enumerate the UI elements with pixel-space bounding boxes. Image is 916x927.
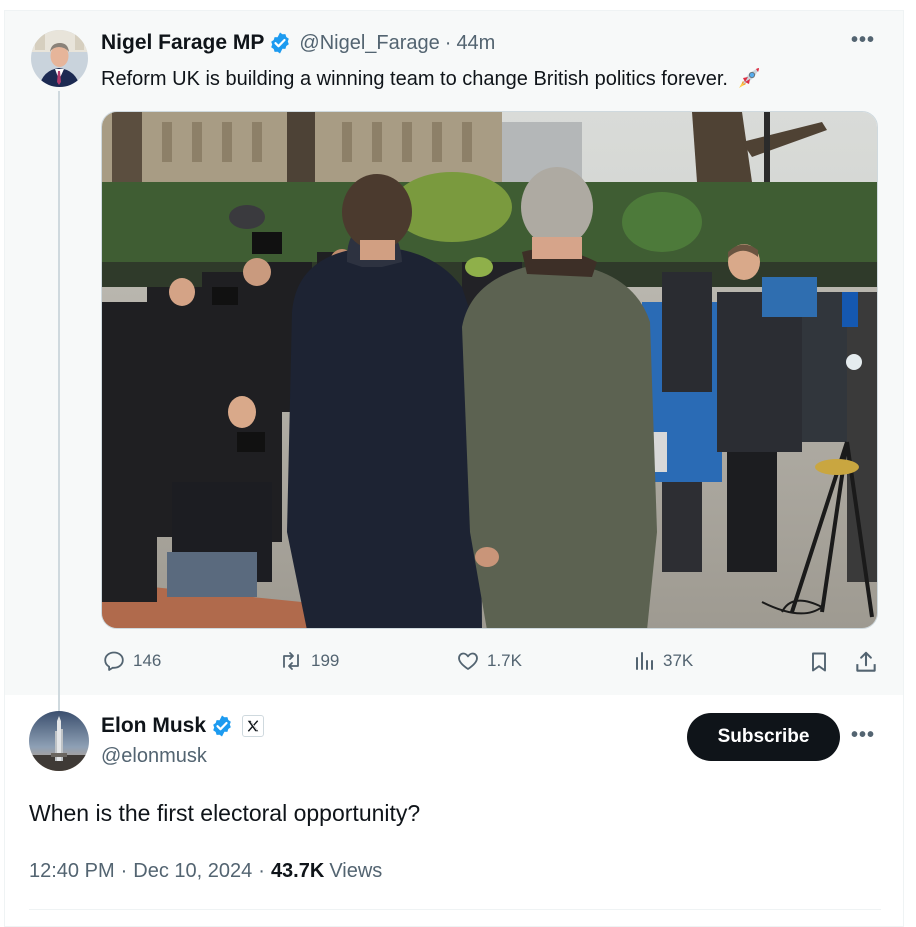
reply-tweet-header: Elon Musk (101, 714, 265, 738)
avatar-elon-musk[interactable] (29, 711, 89, 771)
tweet-photo[interactable] (101, 111, 878, 629)
author-name[interactable]: Nigel Farage MP (101, 31, 264, 55)
more-options-icon[interactable]: ••• (851, 29, 875, 52)
bookmark-icon (812, 652, 826, 672)
views-count: 43.7K (270, 860, 325, 882)
analytics-icon (636, 652, 653, 670)
views-button[interactable]: 37K (633, 649, 693, 673)
tweet-actions-bar: 146 199 1.7K 37K (101, 649, 881, 679)
separator-dot: · (258, 860, 265, 882)
share-icon (856, 651, 876, 672)
tweet-body: Reform UK is building a winning team to … (101, 67, 728, 90)
tweet-timestamp[interactable]: 44m (456, 32, 495, 55)
subscribe-button[interactable]: Subscribe (687, 713, 840, 761)
author-handle[interactable]: @elonmusk (101, 745, 207, 768)
heart-icon (458, 652, 478, 670)
separator-dot: · (444, 31, 452, 54)
tweet-meta: 12:40 PM · Dec 10, 2024 · 43.7K Views (29, 860, 382, 883)
repost-button[interactable]: 199 (277, 649, 339, 673)
verified-badge-icon[interactable] (210, 714, 234, 738)
parent-tweet-header: Nigel Farage MP @Nigel_Farage · 44m (101, 31, 495, 55)
reply-count: 146 (133, 651, 162, 670)
reply-tweet-text: When is the first electoral opportunity? (29, 800, 421, 826)
x-logo-icon[interactable] (242, 715, 265, 737)
avatar-nigel-farage[interactable] (31, 30, 88, 87)
author-name[interactable]: Elon Musk (101, 714, 206, 738)
verified-badge-icon[interactable] (268, 31, 292, 55)
thread-connector-line (58, 91, 60, 717)
more-options-icon[interactable]: ••• (851, 724, 875, 747)
tweet-date[interactable]: Dec 10, 2024 (133, 860, 252, 883)
repost-count: 199 (311, 651, 340, 670)
separator-dot: · (120, 860, 128, 882)
views-count: 37K (663, 651, 694, 670)
rocket-icon (734, 65, 762, 93)
bookmark-button[interactable] (807, 649, 837, 675)
repost-icon (283, 652, 299, 670)
parent-tweet[interactable]: Nigel Farage MP @Nigel_Farage · 44m ••• … (5, 11, 903, 717)
reply-button[interactable]: 146 (101, 649, 161, 673)
author-handle[interactable]: @Nigel_Farage (299, 32, 439, 55)
tweet-time[interactable]: 12:40 PM (29, 860, 115, 883)
divider (29, 909, 881, 910)
share-button[interactable] (853, 649, 885, 675)
reply-icon (104, 651, 124, 671)
views-label: Views (329, 860, 383, 882)
like-count: 1.7K (487, 651, 522, 670)
parent-tweet-text: Reform UK is building a winning team to … (101, 65, 762, 93)
tweet-thread-card: Nigel Farage MP @Nigel_Farage · 44m ••• … (4, 10, 904, 927)
like-button[interactable]: 1.7K (455, 649, 522, 673)
